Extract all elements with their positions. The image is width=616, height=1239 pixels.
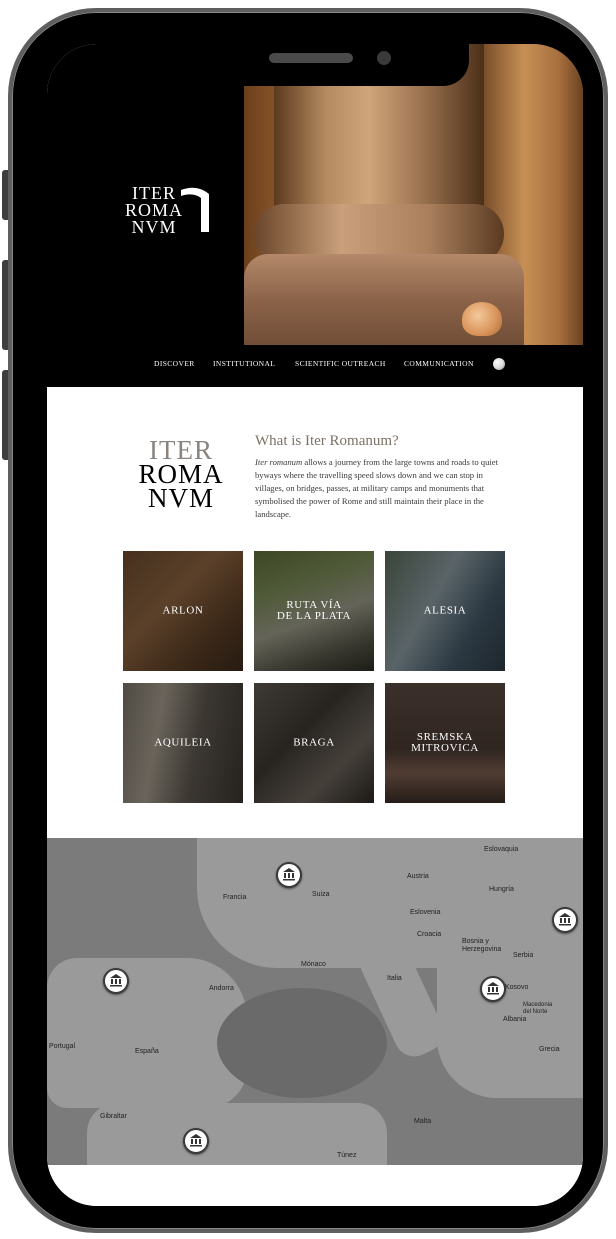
map-label-eslovenia: Eslovenia: [410, 909, 441, 916]
tile-label: SREMSKA MITROVICA: [411, 731, 479, 754]
tile-alesia[interactable]: ALESIA: [385, 551, 505, 671]
hero-section: ITER ROMA NVM DISCOVER INSTITUTIONAL SCI…: [47, 44, 583, 387]
tile-label: RUTA VÍA DE LA PLATA: [276, 599, 352, 622]
temple-icon: [190, 1134, 202, 1147]
map-label-gibraltar: Gibraltar: [100, 1113, 127, 1120]
logo-arch-icon: [181, 187, 209, 232]
tile-label: AQUILEIA: [154, 736, 212, 749]
site-logo[interactable]: ITER ROMA NVM: [119, 184, 219, 244]
map-label-monaco: Mónaco: [301, 961, 326, 968]
phone-screen: ITER ROMA NVM DISCOVER INSTITUTIONAL SCI…: [47, 44, 583, 1206]
map-label-eslovaquia: Eslovaquia: [484, 846, 519, 853]
tile-label: ALESIA: [423, 604, 467, 617]
map-label-serbia: Serbia: [513, 952, 534, 959]
map-label-austria: Austria: [407, 873, 429, 880]
map-label-francia: Francia: [223, 894, 247, 901]
map-marker-sremska-mitrovica[interactable]: [552, 907, 578, 933]
map-label-albania: Albania: [503, 1016, 527, 1023]
tile-ruta-via-de-la-plata[interactable]: RUTA VÍA DE LA PLATA: [254, 551, 374, 671]
map-label-hungria: Hungría: [489, 886, 514, 893]
intro-title: What is Iter Romanum?: [255, 433, 399, 449]
map-label-andorra: Andorra: [209, 985, 234, 992]
intro-logo-nvm: NVM: [147, 483, 214, 513]
map-label-tunez: Túnez: [337, 1152, 357, 1159]
map-label-espana: España: [135, 1048, 159, 1055]
cat-figure: [462, 302, 502, 336]
temple-icon: [283, 868, 295, 881]
tile-sremska-mitrovica[interactable]: SREMSKA MITROVICA: [385, 683, 505, 803]
temple-icon: [110, 974, 122, 987]
intro-emphasis: Iter romanum: [255, 457, 303, 467]
nav-institutional[interactable]: INSTITUTIONAL: [213, 359, 275, 368]
main-nav: DISCOVER INSTITUTIONAL SCIENTIFIC OUTREA…: [47, 358, 583, 377]
hero-column-photo: [244, 44, 583, 345]
temple-icon: [559, 913, 571, 926]
temple-icon: [487, 982, 499, 995]
map-label-suiza: Suiza: [312, 891, 330, 898]
tile-braga[interactable]: BRAGA: [254, 683, 374, 803]
map-marker-braga[interactable]: [103, 968, 129, 994]
route-map[interactable]: Eslovaquia Francia Suiza Austria Hungría…: [47, 838, 583, 1165]
map-marker-arlon[interactable]: [276, 862, 302, 888]
map-label-grecia: Grecia: [539, 1046, 560, 1053]
front-camera: [377, 51, 391, 65]
tile-aquileia[interactable]: AQUILEIA: [123, 683, 243, 803]
speaker-grille: [269, 53, 353, 63]
map-label-portugal: Portugal: [49, 1043, 76, 1050]
tile-label: BRAGA: [293, 736, 335, 749]
intro-logo: ITER ROMA NVM: [131, 437, 231, 517]
map-label-malta: Malta: [414, 1118, 432, 1125]
map-marker-ruta-via-de-la-plata[interactable]: [183, 1128, 209, 1154]
map-label-italia: Italia: [387, 975, 402, 982]
map-label-croacia: Croacia: [417, 931, 442, 938]
globe-icon[interactable]: [493, 358, 505, 370]
nav-communication[interactable]: COMMUNICATION: [404, 359, 474, 368]
nav-discover[interactable]: DISCOVER: [154, 359, 195, 368]
phone-notch: [163, 40, 469, 86]
footer-strip: [47, 1165, 583, 1206]
map-label-bosnia: Bosnia y Herzegovina: [462, 938, 502, 953]
intro-paragraph: Iter romanum allows a journey from the l…: [255, 456, 509, 521]
nav-scientific-outreach[interactable]: SCIENTIFIC OUTREACH: [295, 359, 386, 368]
map-label-macedonia: Macedonia del Norte: [523, 1002, 553, 1015]
map-marker-aquileia[interactable]: [480, 976, 506, 1002]
map-label-kosovo: Kosovo: [505, 984, 529, 991]
tile-label: ARLON: [162, 604, 204, 617]
tile-arlon[interactable]: ARLON: [123, 551, 243, 671]
